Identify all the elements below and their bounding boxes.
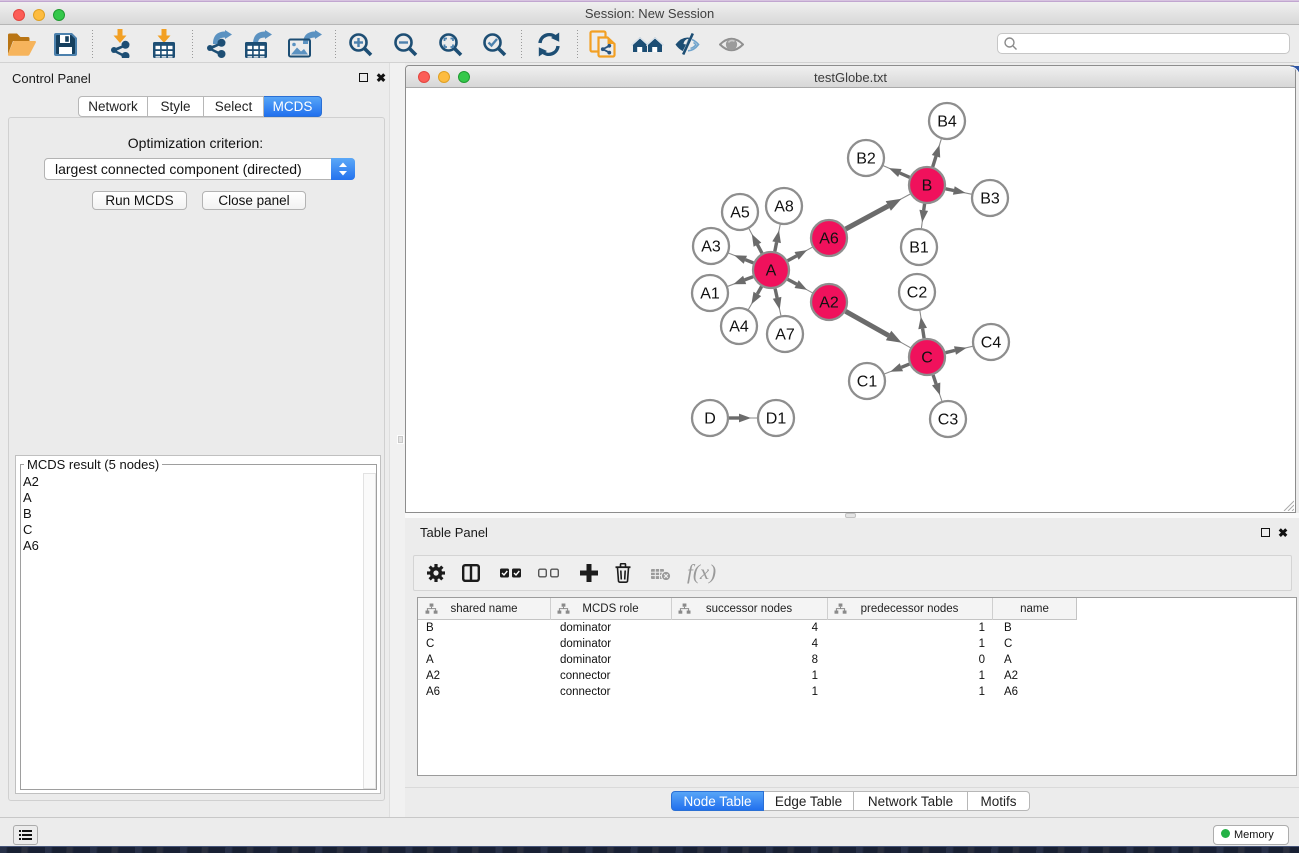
svg-text:A8: A8 [774, 199, 794, 216]
svg-text:A: A [766, 263, 777, 280]
svg-text:C: C [921, 350, 933, 367]
svg-text:C1: C1 [857, 374, 878, 391]
svg-text:B4: B4 [937, 114, 957, 131]
svg-text:C2: C2 [907, 285, 928, 302]
svg-text:B3: B3 [980, 191, 1000, 208]
svg-text:C4: C4 [981, 335, 1002, 352]
svg-text:C3: C3 [938, 412, 959, 429]
svg-text:A1: A1 [700, 286, 720, 303]
svg-text:B2: B2 [856, 151, 876, 168]
svg-text:D: D [704, 411, 716, 428]
svg-text:D1: D1 [766, 411, 787, 428]
svg-text:A6: A6 [819, 231, 839, 248]
svg-text:A7: A7 [775, 327, 795, 344]
svg-text:A3: A3 [701, 239, 721, 256]
svg-text:B1: B1 [909, 240, 929, 257]
svg-text:A5: A5 [730, 205, 750, 222]
svg-text:A4: A4 [729, 319, 749, 336]
svg-text:A2: A2 [819, 295, 839, 312]
svg-text:B: B [922, 178, 933, 195]
